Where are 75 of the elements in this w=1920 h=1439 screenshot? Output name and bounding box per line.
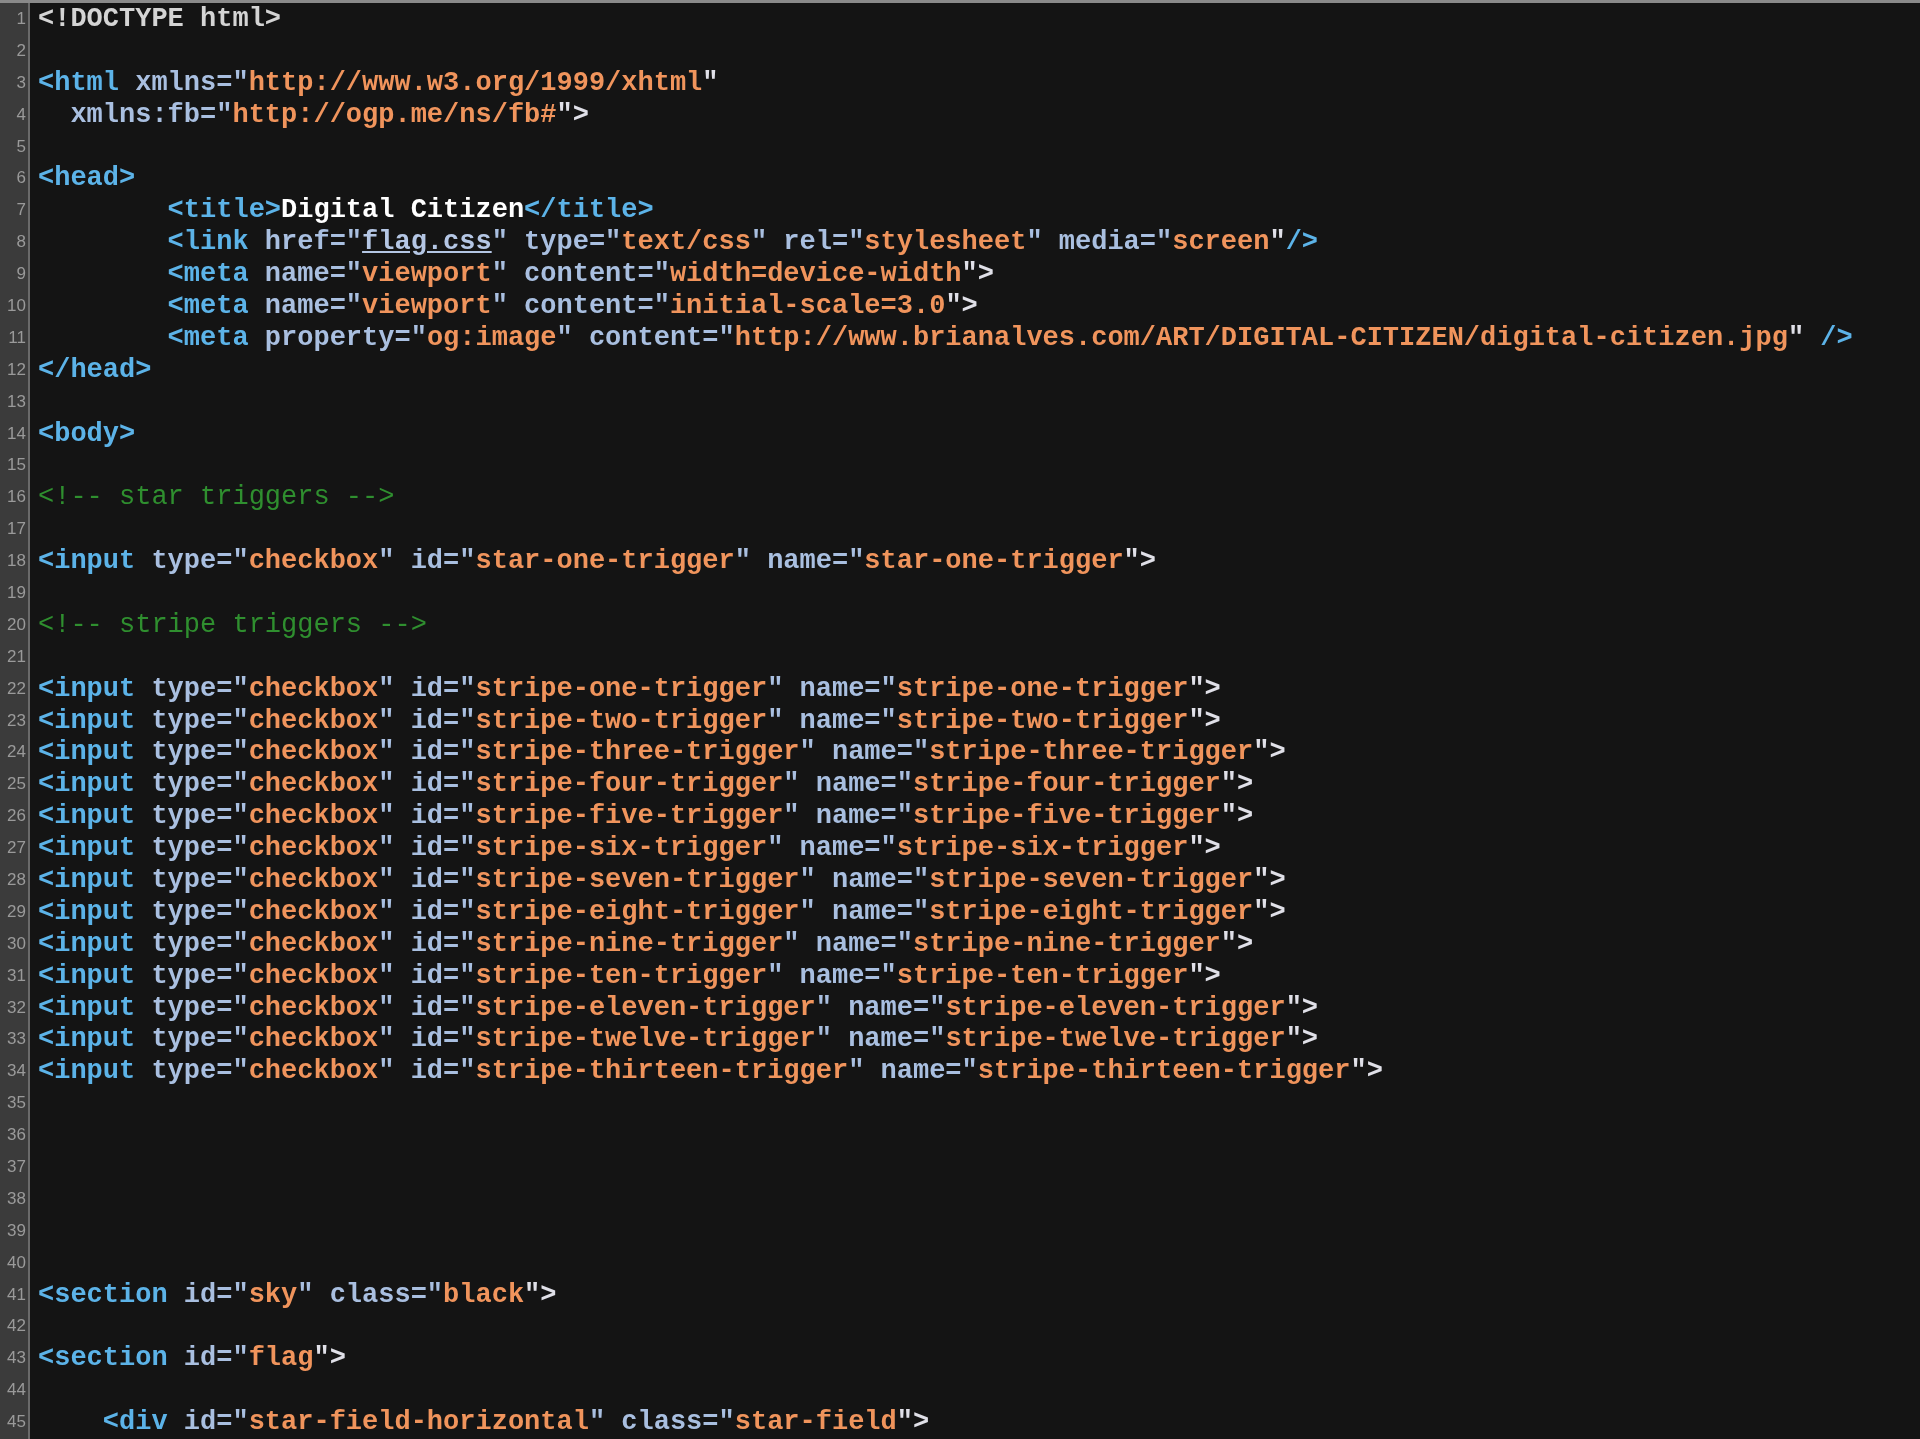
line-number: 29 [7,901,26,922]
code-line: <input type="checkbox" id="stripe-nine-trigger" name="stripe-nine-trigger"> [38,928,1254,959]
line-number: 38 [7,1188,26,1209]
line-number: 1 [16,8,26,29]
line-number: 19 [7,582,26,603]
line-number: 45 [7,1412,26,1433]
code-line: <title>Digital Citizen</title> [166,195,654,226]
code-line: <link href="flag.css" type="text/css" rel="stylesheet" media="screen"/> [166,227,1319,258]
line-number: 22 [7,678,26,699]
line-number: 25 [7,774,26,795]
line-number: 36 [7,1125,26,1146]
line-number: 11 [8,327,26,348]
line-number: 39 [7,1220,26,1241]
line-number: 30 [7,933,26,954]
line-number: 8 [16,232,26,253]
line-number: 7 [16,200,26,221]
code-line: <section id="flag"> [38,1343,346,1374]
code-line: <!-- stripe triggers --> [38,609,427,640]
line-number: 33 [7,1029,26,1050]
line-number: 43 [7,1348,26,1369]
code-line: xmlns:fb="http://ogp.me/ns/fb#"> [69,99,589,130]
line-number: 37 [7,1157,26,1177]
line-number: 9 [16,264,26,285]
line-number: 10 [7,295,26,316]
code-line: <input type="checkbox" id="stripe-ten-trigger" name="stripe-ten-trigger"> [38,960,1221,991]
code-line: <!DOCTYPE html> [38,3,282,34]
code-line: </head> [38,354,152,385]
code-line: <section id="sky" class="black"> [38,1279,557,1310]
code-line: <!-- star triggers --> [38,482,395,513]
line-number: 41 [7,1284,26,1305]
code-line: <head> [38,163,136,194]
line-number: 18 [7,551,26,572]
line-number: 23 [7,710,26,731]
code-line: <input type="checkbox" id="stripe-three-trigger" name="stripe-three-trigger"> [38,737,1286,768]
code-line: <input type="checkbox" id="stripe-four-trigger" name="stripe-four-trigger"> [38,769,1254,800]
line-number: 2 [16,40,26,61]
code-line: <input type="checkbox" id="stripe-eleven-trigger" name="stripe-eleven-trigger"> [38,992,1319,1023]
line-number: 5 [16,136,26,157]
line-number: 32 [7,997,26,1018]
line-number: 14 [7,423,26,444]
code-line: <input type="checkbox" id="star-one-trigger" name="star-one-trigger"> [38,546,1156,577]
code-line: <body> [38,418,136,449]
line-number: 31 [7,965,26,986]
line-number: 17 [7,519,26,540]
line-number: 13 [7,391,26,412]
line-number: 44 [7,1380,26,1401]
code-line: <input type="checkbox" id="stripe-five-trigger" name="stripe-five-trigger"> [38,801,1254,832]
line-number: 12 [7,359,26,380]
code-line: <meta property="og:image" content="http://www.brianalves.com/ART/DIGITAL-CITIZEN/digital-citizen.jpg" /> [166,322,1853,353]
code-line: <input type="checkbox" id="stripe-twelve-trigger" name="stripe-twelve-trigger"> [38,1024,1319,1055]
line-number: 24 [7,742,26,763]
line-number: 42 [7,1316,26,1337]
code-line: <input type="checkbox" id="stripe-thirteen-trigger" name="stripe-thirteen-trigger"> [38,1056,1383,1087]
code-line: <input type="checkbox" id="stripe-six-trigger" name="stripe-six-trigger"> [38,833,1221,864]
code-line: <input type="checkbox" id="stripe-one-trigger" name="stripe-one-trigger"> [38,673,1221,704]
code-line: <html xmlns="http://www.w3.org/1999/xhtml" [38,67,719,98]
code-line: <meta name="viewport" content="initial-scale=3.0"> [166,290,978,321]
code-line: <meta name="viewport" content="width=device-width"> [166,259,994,290]
code-line: <div id="star-field-horizontal" class="star-field"> [101,1407,930,1438]
line-number: 6 [16,168,26,189]
code-line: <input type="checkbox" id="stripe-seven-trigger" name="stripe-seven-trigger"> [38,865,1286,895]
line-number: 26 [7,806,26,827]
line-number: 34 [7,1061,26,1082]
line-number: 4 [16,104,26,125]
code-line: <input type="checkbox" id="stripe-eight-trigger" name="stripe-eight-trigger"> [38,896,1286,927]
line-number: 3 [16,72,26,93]
line-number: 40 [7,1252,26,1273]
line-number: 21 [7,646,26,667]
line-number: 16 [7,487,26,508]
code-line: <input type="checkbox" id="stripe-two-trigger" name="stripe-two-trigger"> [38,705,1221,736]
line-number: 28 [7,870,26,890]
line-number: 20 [7,614,26,635]
line-number: 27 [7,838,26,859]
line-number: 15 [7,455,26,476]
line-number: 35 [7,1093,26,1114]
